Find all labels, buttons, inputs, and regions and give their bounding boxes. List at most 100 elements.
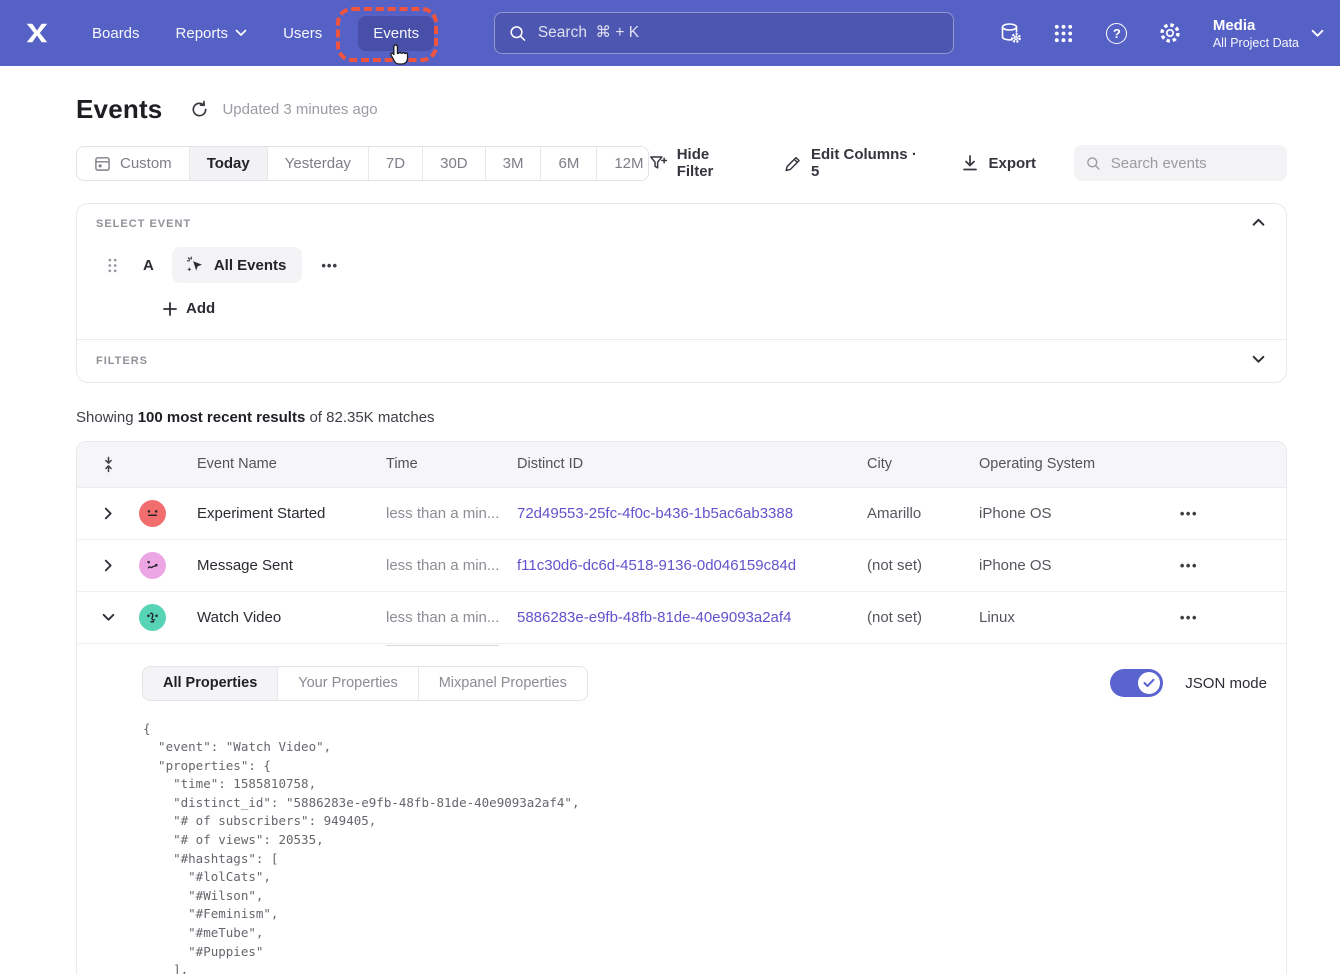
event-name-cell: Message Sent [197,557,386,574]
nav-item-label: Reports [176,25,229,42]
tab-all-properties[interactable]: All Properties [143,667,278,700]
event-avatar-cell [125,552,197,579]
mixpanel-logo-icon [24,20,50,46]
global-search-input[interactable] [538,24,939,42]
date-option-yesterday[interactable]: Yesterday [268,147,369,180]
os-cell: Linux [979,609,1177,626]
export-label: Export [988,155,1036,172]
date-option-7d[interactable]: 7D [369,147,423,180]
select-event-label: SELECT EVENT [96,218,1267,230]
export-button[interactable]: Export [961,154,1036,172]
column-header-event-name[interactable]: Event Name [197,456,386,472]
date-option-12m[interactable]: 12M [597,147,649,180]
city-cell: (not set) [867,609,979,626]
project-switcher[interactable]: Media All Project Data [1213,16,1324,51]
event-selector-button[interactable]: All Events [172,247,303,283]
nav-item-users[interactable]: Users [283,25,322,42]
search-icon [509,24,527,43]
sort-button[interactable] [77,456,125,473]
avatar-face-icon [144,609,161,626]
nav-item-reports[interactable]: Reports [176,25,248,42]
column-header-time[interactable]: Time [386,456,517,472]
date-option-30d[interactable]: 30D [423,147,486,180]
search-events-box[interactable] [1074,145,1287,181]
column-header-city[interactable]: City [867,456,979,472]
filters-label: FILTERS [96,355,1267,367]
date-option-label: 6M [558,155,579,172]
date-option-today[interactable]: Today [190,147,268,180]
nav-item-boards[interactable]: Boards [92,25,140,42]
json-mode-control: JSON mode [1110,669,1267,697]
time-value: less than a min... [386,609,499,626]
hide-filter-button[interactable]: Hide Filter [649,146,747,180]
table-header-row: Event Name Time Distinct ID City Operati… [77,442,1286,488]
nav-right-cluster: ? Media All Project Data [999,16,1324,51]
collapse-row-button[interactable] [77,613,125,622]
expand-row-button[interactable] [77,507,125,520]
hide-filter-label: Hide Filter [677,146,748,180]
os-cell: iPhone OS [979,505,1177,522]
data-management-button[interactable] [999,21,1023,45]
event-avatar-cell [125,500,197,527]
mixpanel-logo[interactable] [24,20,50,46]
global-search[interactable] [494,12,954,54]
event-detail-panel: All Properties Your Properties Mixpanel … [77,644,1286,974]
event-name-cell: Experiment Started [197,505,386,522]
apps-grid-button[interactable] [1052,21,1076,45]
date-option-custom[interactable]: Custom [77,147,190,180]
date-option-label: 30D [440,155,468,172]
results-suffix: of 82.35K matches [305,409,434,426]
distinct-id-link[interactable]: f11c30d6-dc6d-4518-9136-0d046159c84d [517,557,796,574]
detail-tabs-row: All Properties Your Properties Mixpanel … [142,666,1286,701]
distinct-id-cell: f11c30d6-dc6d-4518-9136-0d046159c84d [517,557,867,574]
refresh-button[interactable] [190,99,210,119]
date-option-3m[interactable]: 3M [486,147,542,180]
grid-dots-icon [1052,22,1075,45]
expand-row-button[interactable] [77,559,125,572]
date-option-label: Custom [120,155,172,172]
toggle-knob [1138,672,1160,694]
page-header: Events Updated 3 minutes ago [76,90,1287,128]
column-header-os[interactable]: Operating System [979,456,1177,472]
edit-columns-button[interactable]: Edit Columns · 5 [784,146,926,180]
tab-your-properties[interactable]: Your Properties [278,667,418,700]
table-row-expanded[interactable]: Watch Video less than a min... 5886283e-… [77,592,1286,644]
search-events-input[interactable] [1111,155,1275,172]
help-button[interactable]: ? [1105,21,1129,45]
event-avatar [139,500,166,527]
distinct-id-link[interactable]: 72d49553-25fc-4f0c-b436-1b5ac6ab3388 [517,505,793,522]
expand-filters-button[interactable] [1252,355,1265,364]
column-header-distinct-id[interactable]: Distinct ID [517,456,867,472]
search-icon [1086,155,1101,172]
collapse-section-button[interactable] [1252,218,1265,227]
row-more-button[interactable]: ••• [1177,610,1286,625]
properties-tabs: All Properties Your Properties Mixpanel … [142,666,588,701]
selected-event-name: All Events [214,257,287,274]
date-option-6m[interactable]: 6M [541,147,597,180]
drag-handle[interactable] [107,258,121,273]
time-cell: less than a min... [386,557,517,574]
add-event-button[interactable]: Add [163,300,215,317]
download-icon [961,154,979,172]
date-option-label: 3M [503,155,524,172]
pencil-icon [784,154,802,173]
distinct-id-link[interactable]: 5886283e-e9fb-48fb-81de-40e9093a2af4 [517,609,791,626]
settings-button[interactable] [1158,21,1182,45]
event-row: A All Events ••• [107,247,1267,283]
last-updated-text: Updated 3 minutes ago [222,101,377,118]
chevron-down-icon [102,613,115,622]
event-more-button[interactable]: ••• [321,258,338,273]
chevron-right-icon [104,559,113,572]
nav-item-events[interactable]: Events [358,16,434,51]
tab-mixpanel-properties[interactable]: Mixpanel Properties [419,667,587,700]
table-row[interactable]: Message Sent less than a min... f11c30d6… [77,540,1286,592]
avatar-face-icon [144,505,161,522]
query-builder-card: SELECT EVENT A [76,203,1287,383]
json-mode-toggle[interactable] [1110,669,1163,697]
drag-dots-icon [107,258,118,273]
row-more-button[interactable]: ••• [1177,506,1286,521]
table-row[interactable]: Experiment Started less than a min... 72… [77,488,1286,540]
edit-columns-label: Edit Columns · 5 [811,146,925,180]
date-option-label: 7D [386,155,405,172]
row-more-button[interactable]: ••• [1177,558,1286,573]
